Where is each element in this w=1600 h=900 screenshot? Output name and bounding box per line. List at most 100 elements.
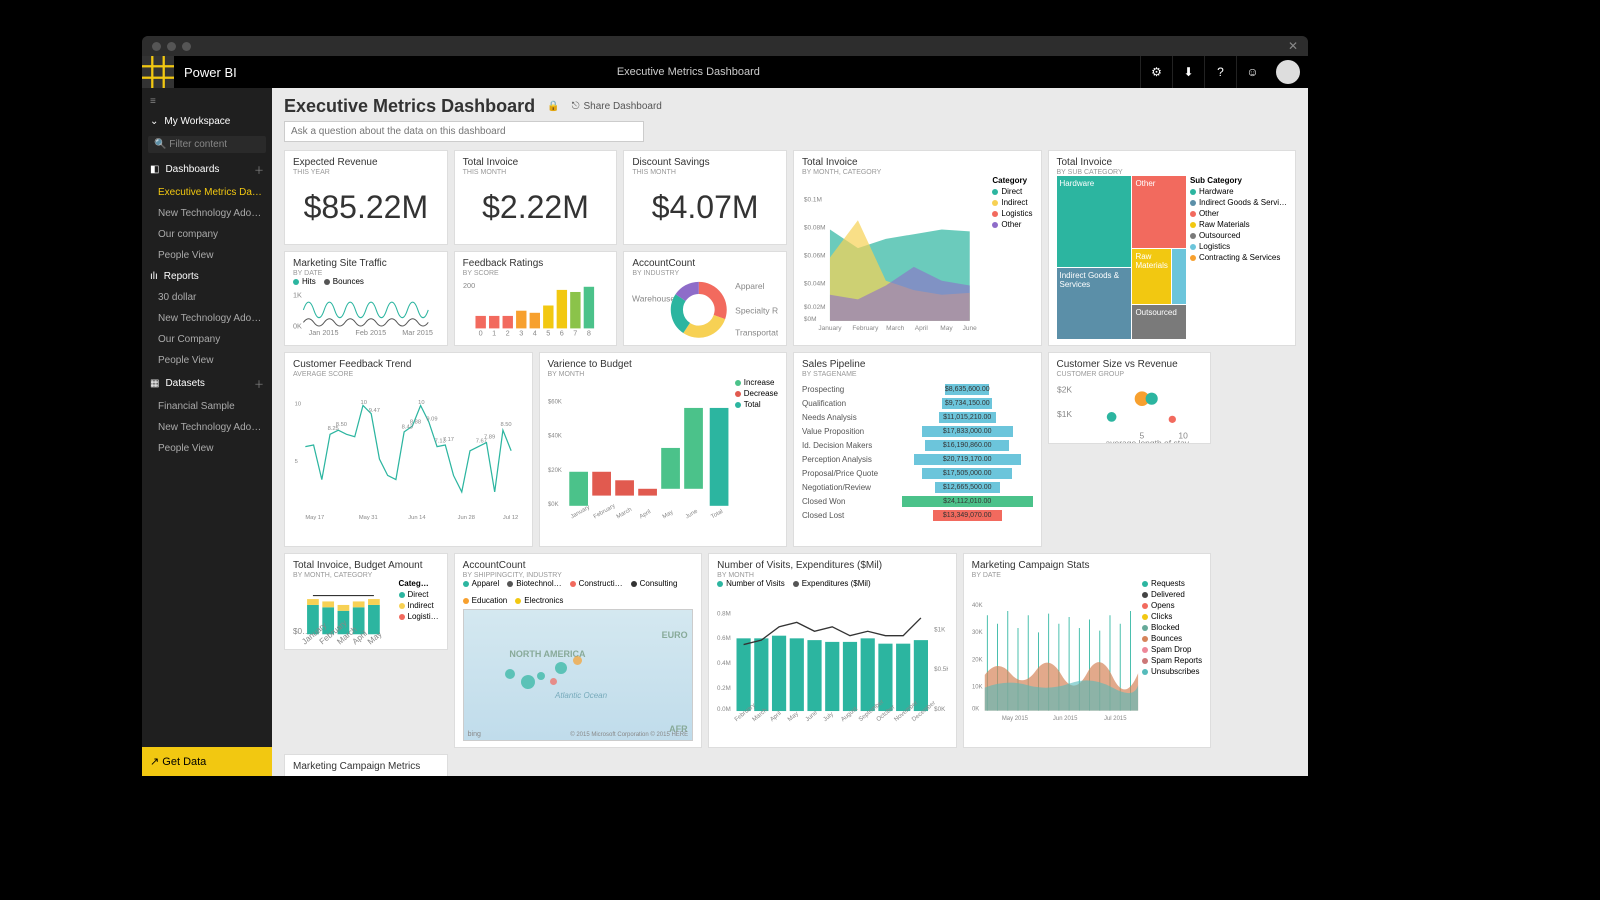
svg-text:20K: 20K [972, 657, 983, 663]
svg-text:February: February [852, 325, 879, 332]
legend-item: Indirect [408, 601, 434, 610]
svg-text:March: March [886, 325, 904, 332]
svg-text:Jul 12: Jul 12 [503, 515, 518, 521]
dashboards-header[interactable]: ◧ Dashboards＋ [142, 157, 272, 182]
app-name: Power BI [184, 65, 237, 80]
legend-title: Sub Category [1190, 176, 1287, 185]
get-data-button[interactable]: ↗ Get Data [142, 747, 272, 776]
legend: Hits Bounces [293, 277, 439, 286]
tile-title: Number of Visits, Expenditures ($Mil) [717, 560, 948, 571]
svg-text:Jan 2015: Jan 2015 [309, 328, 339, 337]
legend: Number of Visits Expenditures ($Mil) [717, 579, 948, 588]
map-label: Atlantic Ocean [555, 691, 607, 700]
sidebar-item-report[interactable]: New Technology Adopti… [142, 308, 272, 329]
tile-visits-expenditures[interactable]: Number of Visits, Expenditures ($Mil) BY… [708, 553, 957, 748]
tile-variance-budget[interactable]: Varience to Budget BY MONTH $60K$40K$20K… [539, 352, 788, 547]
tile-total-invoice-subcategory[interactable]: Total Invoice BY SUB CATEGORY Hardware I… [1048, 150, 1297, 346]
close-icon[interactable]: ✕ [1288, 39, 1298, 53]
tile-sales-pipeline[interactable]: Sales Pipeline BY STAGENAME Prospecting$… [793, 352, 1042, 547]
funnel-bar: $12,665,500.00 [935, 482, 1000, 493]
svg-text:Jul 2015: Jul 2015 [1104, 716, 1127, 722]
tile-campaign-stats[interactable]: Marketing Campaign Stats BY DATE 40K30K2… [963, 553, 1212, 748]
svg-text:Total: Total [710, 509, 724, 520]
feedback-icon[interactable]: ☺ [1236, 56, 1268, 88]
reports-label: Reports [164, 271, 199, 282]
tile-total-invoice-category[interactable]: Total Invoice BY MONTH, CATEGORY $0.1M$0… [793, 150, 1042, 346]
svg-text:0.6M: 0.6M [717, 635, 731, 642]
help-icon[interactable]: ? [1204, 56, 1236, 88]
add-dashboard-icon[interactable]: ＋ [254, 162, 264, 177]
sidebar-item-dataset[interactable]: New Technology Adoption [142, 417, 272, 438]
window-control-dot[interactable] [152, 42, 161, 51]
legend-item: Hardware [1199, 187, 1234, 196]
tile-title: Varience to Budget [548, 359, 779, 370]
tile-title: Total Invoice [463, 157, 609, 168]
sidebar-item-dataset[interactable]: People View [142, 438, 272, 459]
svg-text:7.17: 7.17 [443, 437, 454, 443]
tile-invoice-budget[interactable]: Total Invoice, Budget Amount BY MONTH, C… [284, 553, 448, 650]
tile-feedback-trend[interactable]: Customer Feedback Trend AVERAGE SCORE 10… [284, 352, 533, 547]
tile-title: Marketing Campaign Metrics [293, 761, 439, 772]
funnel-bar: $17,505,000.00 [922, 468, 1012, 479]
page-title: Executive Metrics Dashboard [284, 96, 535, 117]
tile-customer-size-revenue[interactable]: Customer Size vs Revenue CUSTOMER GROUP … [1048, 352, 1212, 444]
tile-sub: CUSTOMER GROUP [1057, 371, 1203, 378]
get-data-label: Get Data [162, 756, 206, 768]
legend-item: Other [1001, 220, 1021, 229]
funnel-bar: $17,833,000.00 [922, 426, 1013, 437]
sidebar-item-our-company[interactable]: Our company [142, 224, 272, 245]
tile-marketing-traffic[interactable]: Marketing Site Traffic BY DATE Hits Boun… [284, 251, 448, 346]
legend-item: Outsourced [1199, 231, 1240, 240]
svg-text:May 17: May 17 [305, 515, 324, 521]
svg-text:$0.02M: $0.02M [804, 304, 826, 311]
legend: Sub Category Hardware Indirect Goods & S… [1190, 176, 1287, 339]
add-dataset-icon[interactable]: ＋ [254, 376, 264, 391]
tile-discount-savings[interactable]: Discount Savings THIS MONTH $4.07M [623, 150, 787, 245]
tile-account-count-donut[interactable]: AccountCount BY INDUSTRY Warehouse … App… [623, 251, 787, 346]
tile-title: Customer Feedback Trend [293, 359, 524, 370]
sidebar-item-executive-metrics[interactable]: Executive Metrics Dashb… [142, 182, 272, 203]
tile-sub: BY MONTH, CATEGORY [293, 572, 439, 579]
svg-text:0K: 0K [293, 322, 302, 331]
window-control-dot[interactable] [167, 42, 176, 51]
tile-feedback-ratings[interactable]: Feedback Ratings BY SCORE 200 012345678 [454, 251, 618, 346]
svg-text:5: 5 [295, 459, 298, 465]
tile-campaign-metrics[interactable]: Marketing Campaign Metrics 9521Blocked 7… [284, 754, 448, 776]
download-icon[interactable]: ⬇ [1172, 56, 1204, 88]
sidebar-item-report[interactable]: Our Company [142, 329, 272, 350]
share-button[interactable]: ⎋Share Dashboard [572, 101, 662, 112]
tile-sub: BY SCORE [463, 270, 609, 277]
tile-title: Marketing Site Traffic [293, 258, 439, 269]
legend-item: Unsubscribes [1151, 667, 1199, 676]
svg-text:5: 5 [546, 329, 550, 338]
svg-text:January: January [818, 325, 842, 332]
tile-account-count-map[interactable]: AccountCount BY SHIPPINGCITY, INDUSTRY A… [454, 553, 703, 748]
window-control-dot[interactable] [182, 42, 191, 51]
workspace-selector[interactable]: ⌄ My Workspace [142, 111, 272, 132]
sidebar-item-new-tech[interactable]: New Technology Adoption [142, 203, 272, 224]
tile-title: Total Invoice [802, 157, 1033, 168]
combo-chart: $0… JanuaryFebruaryMarchAprilMay [293, 579, 399, 648]
svg-text:9.47: 9.47 [369, 408, 380, 414]
app-icon[interactable] [142, 56, 174, 88]
tile-sub: THIS MONTH [632, 169, 778, 176]
sidebar-item-dataset[interactable]: Financial Sample [142, 396, 272, 417]
reports-header[interactable]: ılı Reports [142, 266, 272, 287]
funnel-stage-label: Proposal/Price Quote [802, 469, 902, 478]
svg-text:0.8M: 0.8M [717, 610, 731, 617]
tile-total-invoice-month[interactable]: Total Invoice THIS MONTH $2.22M [454, 150, 618, 245]
settings-icon[interactable]: ⚙ [1140, 56, 1172, 88]
datasets-header[interactable]: ▦ Datasets＋ [142, 371, 272, 396]
svg-text:200: 200 [463, 281, 475, 290]
user-avatar[interactable] [1276, 60, 1300, 84]
tile-title: Total Invoice, Budget Amount [293, 560, 439, 571]
sidebar-item-report[interactable]: 30 dollar [142, 287, 272, 308]
filter-input[interactable]: 🔍 Filter content [148, 136, 266, 153]
sidebar-item-report[interactable]: People View [142, 350, 272, 371]
legend-item: Logistics [1199, 242, 1230, 251]
tile-expected-revenue[interactable]: Expected Revenue THIS YEAR $85.22M [284, 150, 448, 245]
legend-item: Spam Reports [1151, 656, 1202, 665]
collapse-icon[interactable]: ≡ [142, 92, 272, 111]
qa-input[interactable] [284, 121, 644, 142]
sidebar-item-people-view[interactable]: People View [142, 245, 272, 266]
